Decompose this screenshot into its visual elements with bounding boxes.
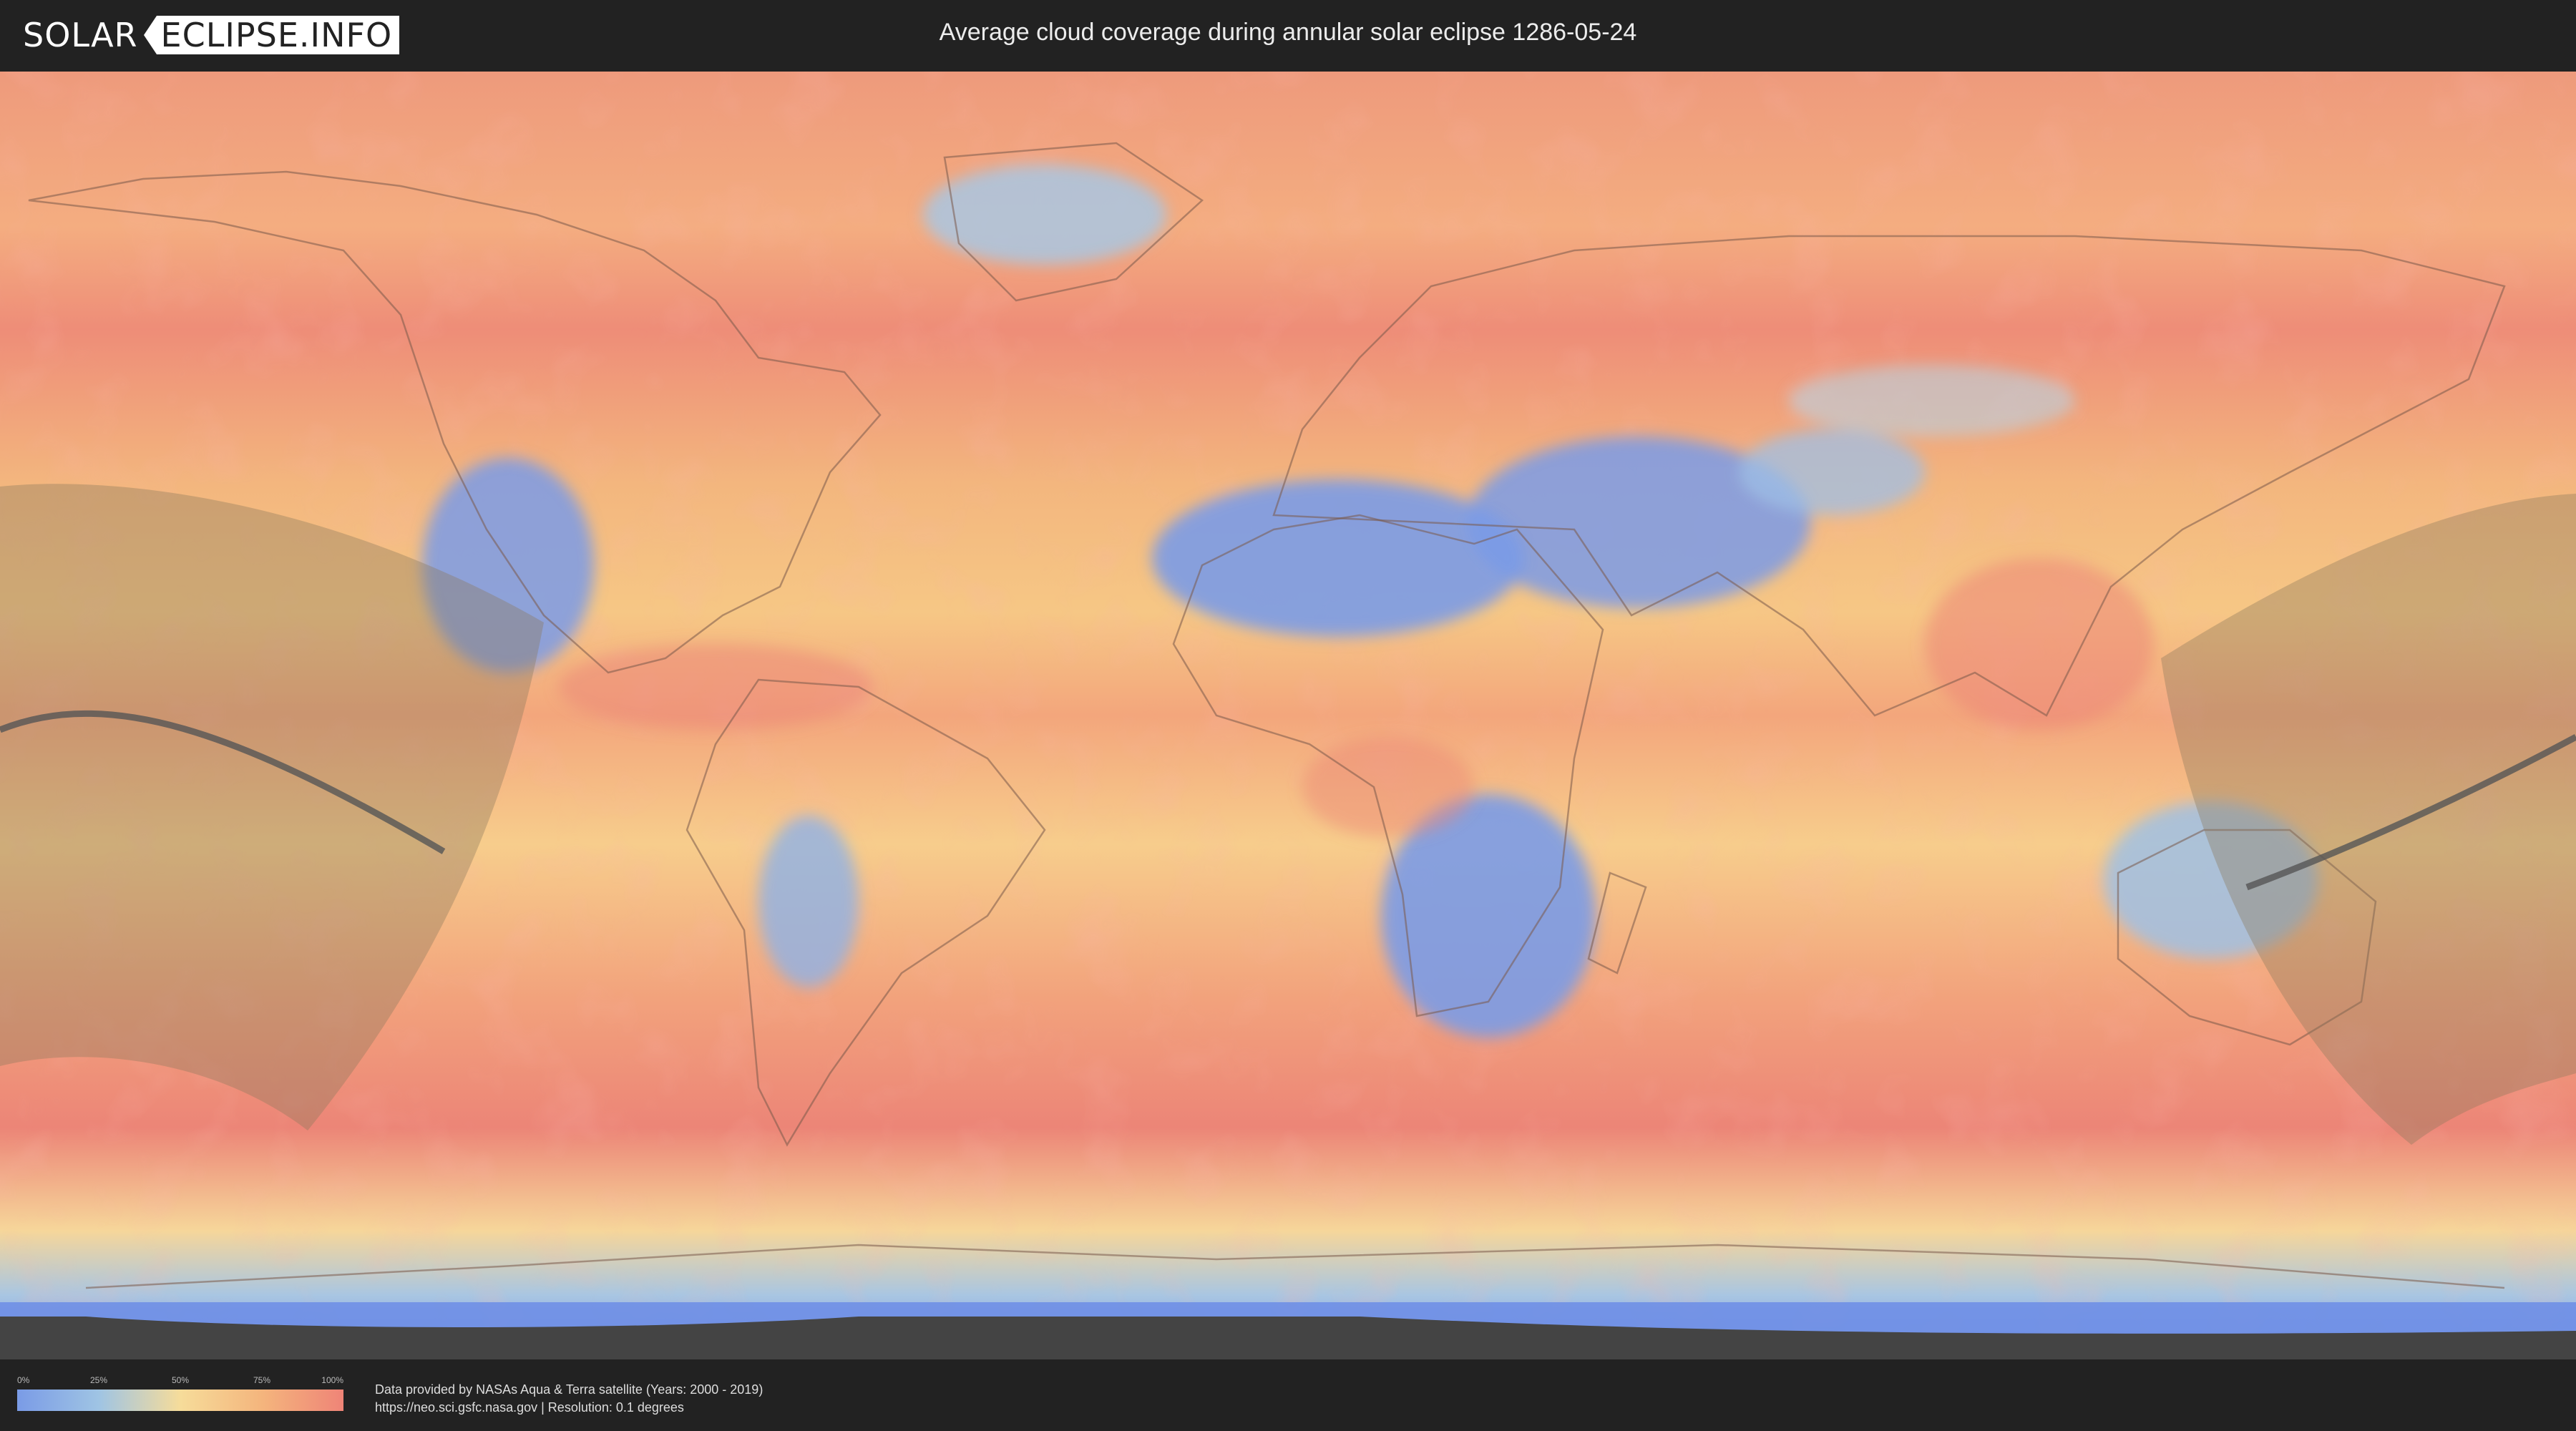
- legend-tick-75: 75%: [253, 1375, 271, 1385]
- world-map-svg: [0, 72, 2576, 1359]
- legend-tick-50: 50%: [171, 1375, 190, 1385]
- attribution-url[interactable]: https://neo.sci.gsfc.nasa.gov | Resoluti…: [375, 1399, 763, 1417]
- cloud-coverage-map: [0, 72, 2576, 1359]
- antarctic-band: [0, 1302, 2576, 1359]
- top-bar: SOLAR ECLIPSE.INFO Average cloud coverag…: [0, 0, 2576, 72]
- attribution-source: Data provided by NASAs Aqua & Terra sate…: [375, 1382, 763, 1397]
- legend-tick-0: 0%: [17, 1375, 30, 1385]
- cloud-coverage-legend: 0% 25% 50% 75% 100%: [17, 1375, 343, 1411]
- footer: 0% 25% 50% 75% 100% Data provided by NAS…: [0, 1359, 2576, 1431]
- legend-tick-100: 100%: [321, 1375, 343, 1385]
- legend-color-bar: [17, 1390, 343, 1411]
- page-title: Average cloud coverage during annular so…: [939, 19, 1637, 46]
- legend-tick-25: 25%: [89, 1375, 108, 1385]
- legend-ticks: 0% 25% 50% 75% 100%: [17, 1375, 343, 1387]
- data-attribution: Data provided by NASAs Aqua & Terra sate…: [375, 1381, 763, 1417]
